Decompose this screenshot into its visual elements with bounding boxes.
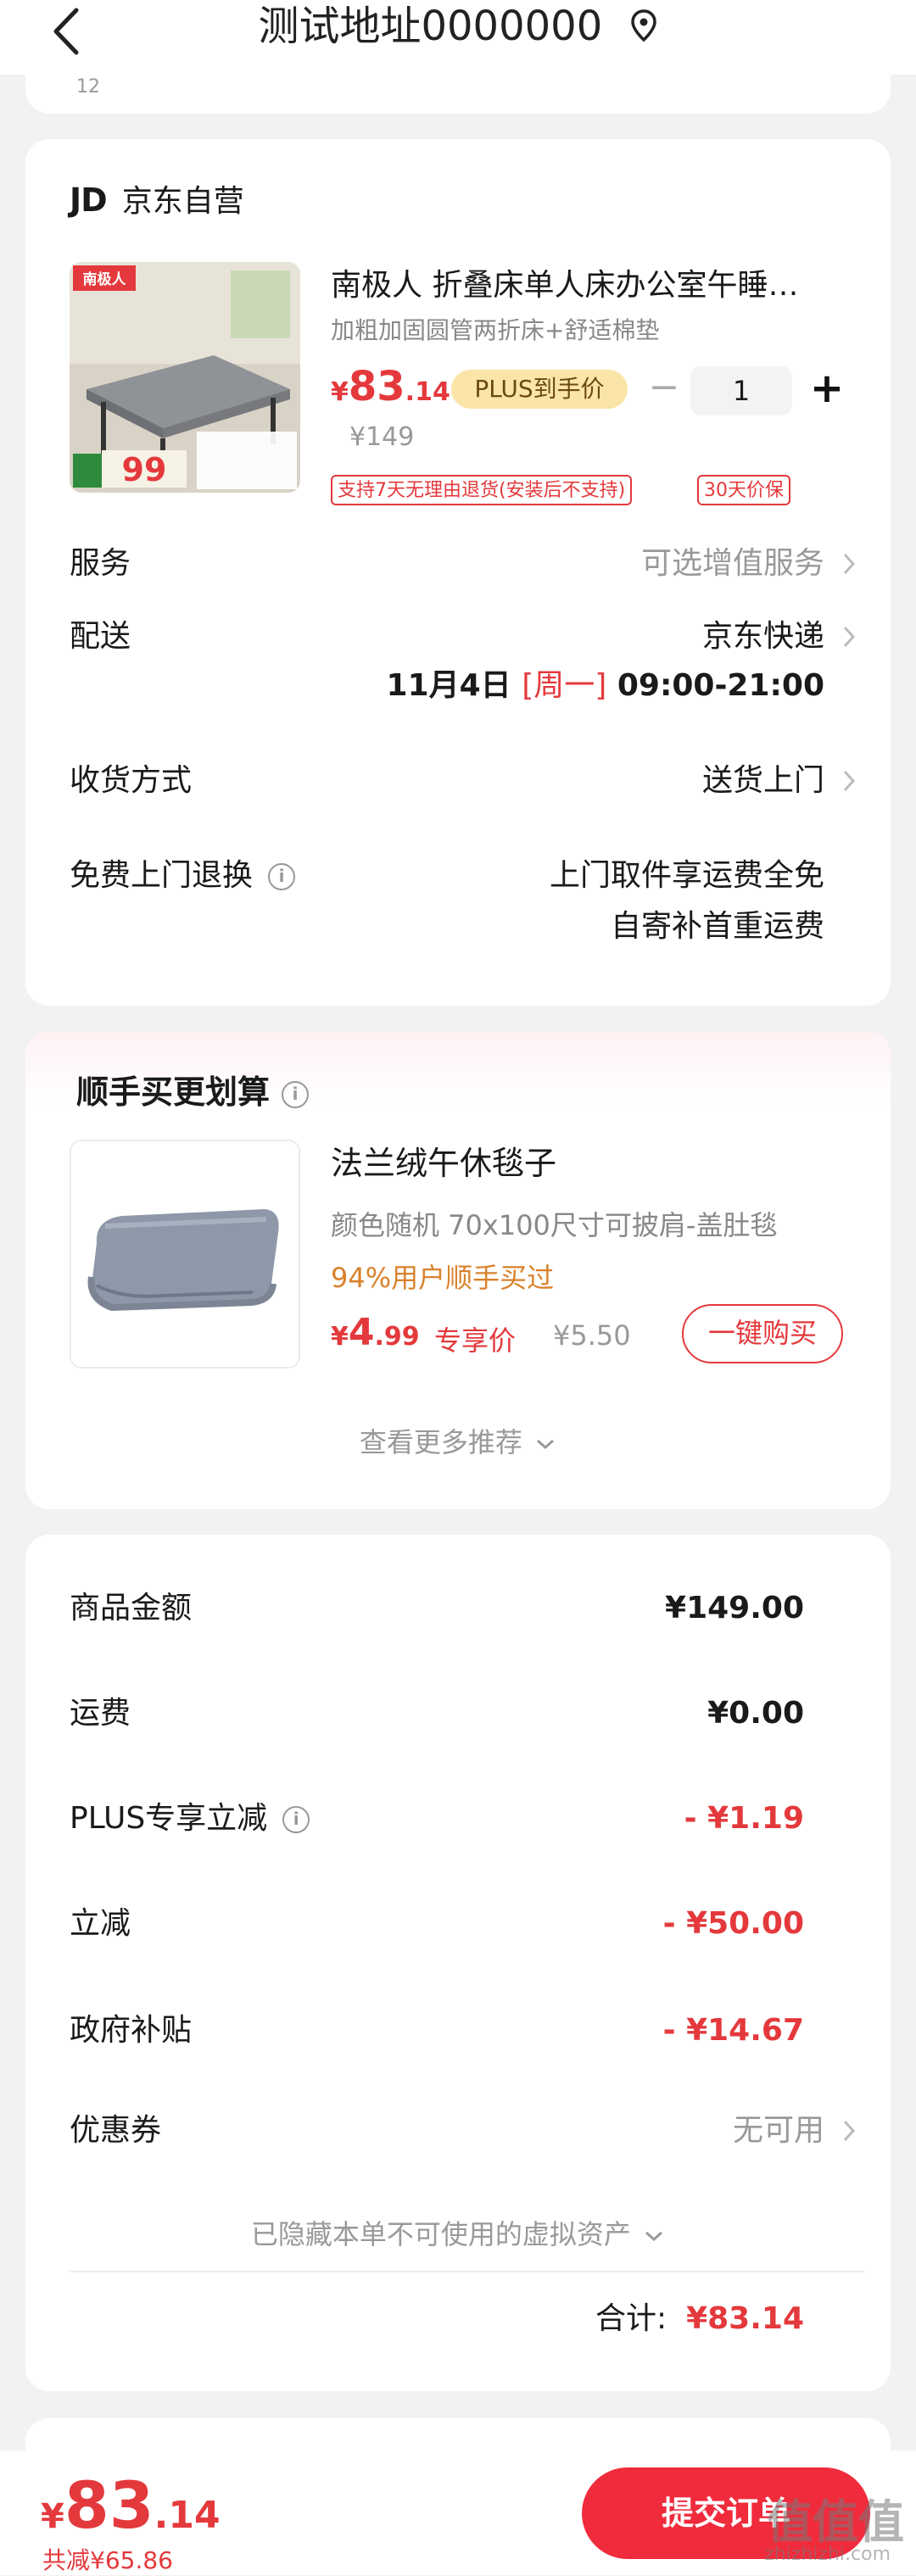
product-image-brand: 南极人 [83,270,127,288]
bottom-price-symbol: ¥ [41,2497,64,2536]
product-price-symbol: ¥ [331,377,349,407]
service-label: 服务 [70,546,131,581]
watermark: 值值值 [767,2495,904,2549]
plus-discount-value: - ¥1.19 [684,1801,804,1836]
recommend-item-social-proof: 94%用户顺手买过 [331,1262,555,1294]
recommend-item-price: ¥4.99 [331,1311,420,1354]
free-return-row: 免费上门退换 i [70,856,296,895]
gov-subsidy-label: 政府补贴 [70,2013,193,2048]
one-click-buy-button[interactable]: 一键购买 [682,1304,843,1363]
hidden-assets-label: 已隐藏本单不可使用的虚拟资产 [250,2218,631,2250]
recommend-card: 顺手买更划算 i 法兰绒午休毯子 颜色随机 70x100尺寸可披肩-盖肚毯 94%… [25,1031,891,1509]
plus-discount-row: PLUS专享立减 i [70,1799,310,1838]
shipping-fee-label: 运费 [70,1696,131,1731]
service-chevron-right-icon[interactable] [841,551,857,577]
price-protection-tag: 30天价保 [697,475,790,505]
instant-discount-value: - ¥50.00 [662,1906,804,1941]
delivery-date: 11月4日 [386,668,511,703]
bottom-bar: ¥83.14 共减¥65.86 提交订单 值值值 zhizhizhi.com [0,2451,916,2575]
quantity-plus-button[interactable]: + [806,368,848,410]
return-policy-tag: 支持7天无理由退货(安装后不支持) [331,475,633,505]
instant-discount-label: 立减 [70,1906,131,1941]
recommend-price-int: 4 [348,1311,375,1354]
shop-name: 京东自营 [121,184,244,219]
recommend-price-symbol: ¥ [331,1322,349,1352]
chevron-down-icon [537,1439,555,1450]
service-value[interactable]: 可选增值服务 [641,544,824,583]
recommend-item-name[interactable]: 法兰绒午休毯子 [331,1143,556,1184]
product-image[interactable]: 南极人 99 [70,262,300,493]
address-card[interactable]: 12 [25,75,891,114]
plus-discount-info-icon[interactable]: i [282,1806,310,1833]
bottom-total-price: ¥83.14 [41,2467,221,2543]
jd-logo: JD [70,181,108,219]
address-title: 测试地址0000000 [258,3,603,50]
receive-method-value[interactable]: 送货上门 [702,761,824,800]
recommend-exclusive-label: 专享价 [434,1324,517,1357]
more-recommend-label: 查看更多推荐 [359,1426,522,1458]
free-return-label: 免费上门退换 [70,858,254,893]
summary-divider [70,2271,865,2272]
shipping-fee-value: ¥0.00 [707,1696,804,1731]
receive-method-chevron-right-icon[interactable] [841,768,857,794]
watermark-url: zhizhizhi.com [764,2544,891,2565]
recommend-title: 顺手买更划算 i [76,1072,310,1112]
free-return-info-icon[interactable]: i [268,863,296,890]
delivery-weekday: [周一] [522,668,607,703]
delivery-time[interactable]: 11月4日 [周一] 09:00-21:00 [387,666,824,705]
chevron-down-icon [645,2231,663,2242]
free-return-line2: 自寄补首重运费 [610,909,824,944]
product-name[interactable]: 南极人 折叠床单人床办公室午睡… [331,266,857,305]
recommend-original-price: ¥5.50 [553,1319,631,1352]
folding-bed-picture: 南极人 99 [70,262,300,493]
product-original-price: ¥149 [349,422,415,452]
recommend-title-text: 顺手买更划算 [76,1073,271,1111]
goods-amount-value: ¥149.00 [665,1591,804,1625]
coupon-label: 优惠券 [70,2113,162,2148]
location-pin-icon [630,9,656,42]
total-value: ¥83.14 [686,2301,804,2336]
top-bar: 测试地址0000000 [0,0,916,75]
quantity-minus-button[interactable]: − [645,369,684,409]
product-price-int: 83 [348,363,405,410]
shop-row: JD 京东自营 [70,181,244,220]
product-price: ¥83.14 [331,363,450,410]
blanket-picture [71,1141,299,1367]
summary-card: 商品金额 ¥149.00 运费 ¥0.00 PLUS专享立减 i - ¥1.19 … [25,1535,891,2391]
product-price-dec: .14 [405,377,450,407]
plus-price-badge: PLUS到手价 [451,370,628,409]
coupon-value[interactable]: 无可用 [733,2111,824,2150]
goods-amount-label: 商品金额 [70,1591,193,1625]
product-image-price: 99 [122,451,167,488]
recommend-price-dec: .99 [374,1322,420,1352]
address-detail-fragment: 12 [76,76,100,98]
page-title[interactable]: 测试地址0000000 [0,2,916,51]
product-spec: 加粗加固圆管两折床+舒适棉垫 [331,316,660,344]
receive-method-label: 收货方式 [70,763,193,798]
delivery-label: 配送 [70,619,131,654]
bottom-price-int: 83 [64,2467,154,2543]
coupon-chevron-right-icon[interactable] [841,2118,857,2144]
quantity-input[interactable]: 1 [690,366,792,415]
delivery-carrier[interactable]: 京东快递 [702,617,824,656]
total-label: 合计: [595,2301,667,2336]
free-return-line1: 上门取件享运费全免 [549,858,824,893]
more-recommend-link[interactable]: 查看更多推荐 [25,1421,891,1460]
plus-discount-label: PLUS专享立减 [70,1801,268,1836]
recommend-info-icon[interactable]: i [282,1080,310,1108]
delivery-window: 09:00-21:00 [617,668,824,703]
hidden-assets-link[interactable]: 已隐藏本单不可使用的虚拟资产 [25,2213,891,2252]
delivery-chevron-right-icon[interactable] [841,624,857,650]
blanket-image[interactable] [70,1140,300,1369]
order-card: JD 京东自营 南极人 99 南极人 折叠床单人床办公室午睡… 加粗加固圆管两折床… [25,139,891,1006]
bottom-saving: 共减¥65.86 [42,2546,173,2574]
gov-subsidy-value: - ¥14.67 [662,2013,804,2048]
recommend-item-desc: 颜色随机 70x100尺寸可披肩-盖肚毯 [331,1209,778,1241]
total-row: 合计: ¥83.14 [595,2300,804,2339]
bottom-price-dec: .14 [154,2494,221,2537]
